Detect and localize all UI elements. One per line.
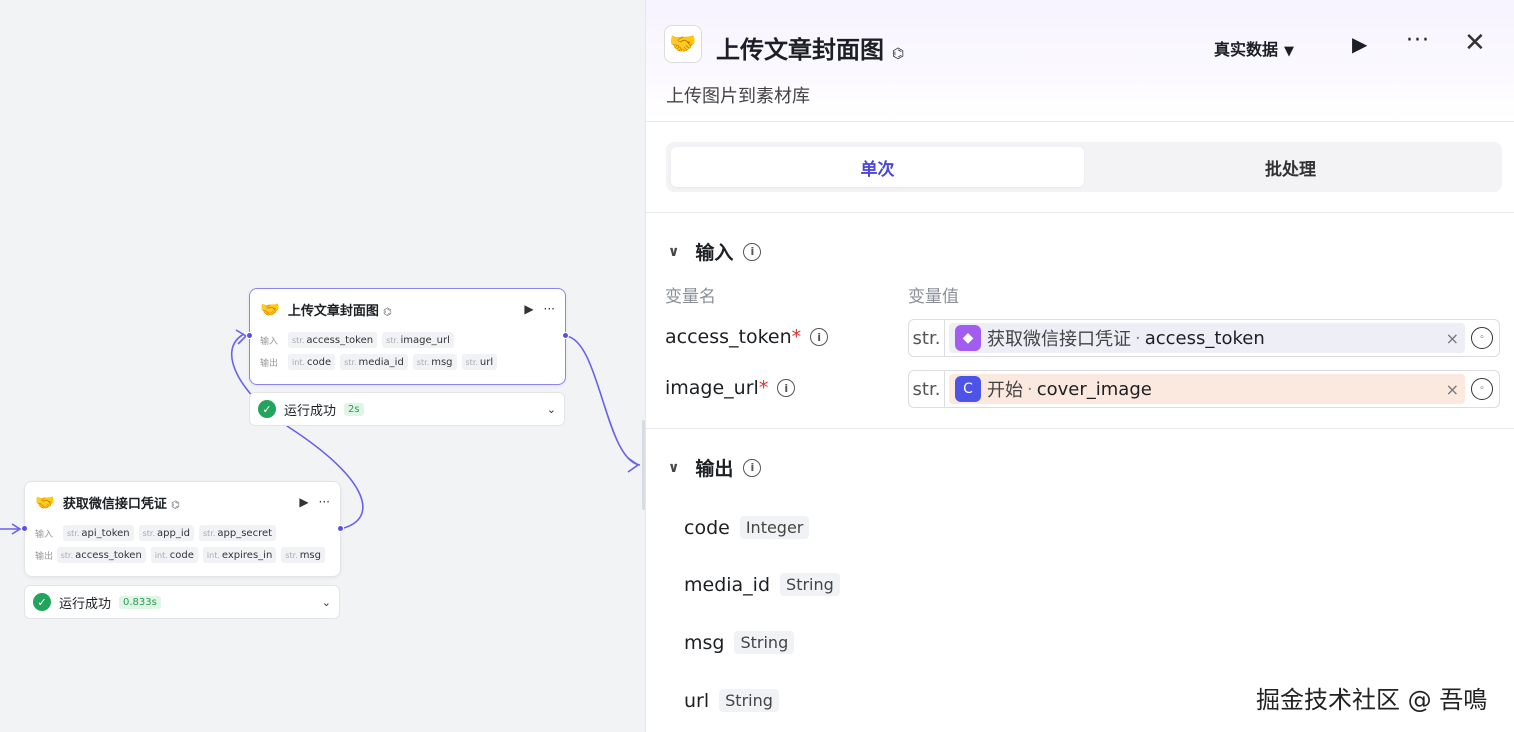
variable-reference[interactable]: C 开始 · cover_image × [949, 374, 1465, 404]
check-icon: ✓ [33, 593, 51, 611]
info-icon[interactable]: i [743, 458, 762, 477]
input-value-image-url[interactable]: str. C 开始 · cover_image × ◦ [908, 370, 1500, 408]
type-tag: Integer [739, 516, 810, 539]
tab-batch[interactable]: 批处理 [1084, 147, 1497, 187]
node-get-token[interactable]: 🤝 获取微信接口凭证 ⌬ ▶ ··· 输入 str. api_token str. a… [24, 481, 341, 577]
run-button[interactable]: ▶ [1352, 32, 1367, 56]
output-chip: int. code [150, 547, 198, 563]
output-port[interactable] [562, 332, 569, 339]
output-chip: str. access_token [56, 547, 146, 563]
output-item: msg String [684, 631, 795, 654]
more-icon[interactable]: ··· [1406, 28, 1430, 53]
node-inputs: 输入 str. access_token str. image_url [250, 329, 565, 351]
node-outputs: 输出 int. code str. media_id str. msg str. url [250, 351, 565, 373]
variable-reference[interactable]: ◆ 获取微信接口凭证 · access_token × [949, 323, 1465, 353]
close-icon[interactable]: ✕ [1464, 28, 1486, 58]
clear-icon[interactable]: × [1446, 329, 1459, 348]
check-icon: ✓ [258, 400, 276, 418]
input-section-header[interactable]: ∨ 输入 i [668, 238, 762, 265]
chevron-down-icon[interactable]: ⌄ [547, 403, 556, 416]
input-port[interactable] [246, 332, 253, 339]
input-chip: str. access_token [288, 332, 378, 348]
workflow-canvas[interactable]: 🤝 上传文章封面图 ⌬ ▶ ··· 输入 str. access_token str… [0, 0, 645, 732]
panel-title: 上传文章封面图 ⌬ [716, 36, 905, 64]
handshake-icon: 🤝 [664, 25, 702, 63]
chevron-down-icon: ∨ [668, 459, 680, 476]
input-chip: str. app_id [138, 525, 194, 541]
data-mode-dropdown[interactable]: 真实数据 ▼ [1214, 36, 1294, 60]
more-icon[interactable]: ··· [544, 302, 555, 316]
plugin-icon: ⌬ [170, 499, 180, 511]
node-title: 获取微信接口凭证 ⌬ [62, 496, 180, 512]
input-chip: str. image_url [382, 332, 454, 348]
chevron-down-icon: ∨ [668, 243, 680, 260]
node-title: 上传文章封面图 ⌬ [287, 303, 392, 319]
output-item: url String [684, 689, 779, 712]
type-label: str. [909, 371, 945, 407]
more-icon[interactable]: ··· [319, 495, 330, 509]
column-header-name: 变量名 [665, 287, 716, 307]
play-icon[interactable]: ▶ [299, 495, 308, 509]
input-chip: str. api_token [63, 525, 134, 541]
edge-arrow-main [235, 329, 248, 345]
info-icon[interactable]: i [810, 328, 829, 346]
duration-badge: 0.833s [119, 595, 161, 609]
duration-badge: 2s [344, 402, 364, 416]
type-tag: String [734, 631, 795, 654]
divider [646, 428, 1514, 429]
variable-picker-icon[interactable]: ◦ [1471, 378, 1493, 400]
output-chip: str. url [461, 354, 498, 370]
chevron-down-icon[interactable]: ⌄ [322, 596, 331, 609]
output-section-header[interactable]: ∨ 输出 i [668, 454, 762, 481]
info-icon[interactable]: i [743, 242, 762, 261]
output-chip: str. media_id [340, 354, 408, 370]
output-chip: str. msg [281, 547, 325, 563]
cube-icon: ◆ [955, 325, 981, 351]
run-status-token[interactable]: ✓ 运行成功 0.833s ⌄ [24, 585, 340, 619]
watermark: 掘金技术社区 @ 吾鳴 [1256, 686, 1488, 714]
plugin-icon: ⌬ [892, 46, 905, 62]
tab-single[interactable]: 单次 [671, 147, 1084, 187]
panel-description: 上传图片到素材库 [666, 86, 810, 107]
run-status-main[interactable]: ✓ 运行成功 2s ⌄ [249, 392, 565, 426]
output-item: media_id String [684, 573, 840, 596]
input-name-image-url: image_url * i [665, 377, 796, 399]
info-icon[interactable]: i [777, 379, 796, 397]
column-header-value: 变量值 [908, 287, 959, 307]
input-port[interactable] [21, 525, 28, 532]
node-outputs: 输出 str. access_token int. code int. expires… [25, 544, 340, 566]
node-inputs: 输入 str. api_token str. app_id str. app_secr… [25, 522, 340, 544]
input-name-access-token: access_token * i [665, 326, 829, 348]
output-chip: str. msg [412, 354, 457, 370]
type-tag: String [780, 573, 840, 596]
input-chip: str. app_secret [198, 525, 277, 541]
panel-header: 🤝 上传文章封面图 ⌬ 上传图片到素材库 真实数据 ▼ ▶ ··· ✕ [646, 0, 1514, 122]
plugin-icon: ⌬ [382, 306, 392, 318]
clear-icon[interactable]: × [1446, 380, 1459, 399]
start-icon: C [955, 376, 981, 402]
output-chip: int. expires_in [202, 547, 277, 563]
run-mode-tabs: 单次 批处理 [666, 142, 1502, 192]
output-port[interactable] [337, 525, 344, 532]
output-chip: int. code [288, 354, 336, 370]
output-item: code Integer [684, 516, 810, 539]
type-label: str. [909, 320, 945, 356]
play-icon[interactable]: ▶ [524, 302, 533, 316]
handshake-icon: 🤝 [260, 299, 280, 319]
node-detail-panel: 🤝 上传文章封面图 ⌬ 上传图片到素材库 真实数据 ▼ ▶ ··· ✕ 单次 批处理… [645, 0, 1514, 732]
input-value-access-token[interactable]: str. ◆ 获取微信接口凭证 · access_token × ◦ [908, 319, 1500, 357]
node-upload-cover[interactable]: 🤝 上传文章封面图 ⌬ ▶ ··· 输入 str. access_token str… [249, 288, 566, 385]
type-tag: String [719, 689, 779, 712]
handshake-icon: 🤝 [35, 492, 55, 512]
divider [646, 212, 1514, 213]
variable-picker-icon[interactable]: ◦ [1471, 327, 1493, 349]
caret-down-icon: ▼ [1284, 44, 1295, 59]
edge-main-to-next [565, 335, 641, 466]
